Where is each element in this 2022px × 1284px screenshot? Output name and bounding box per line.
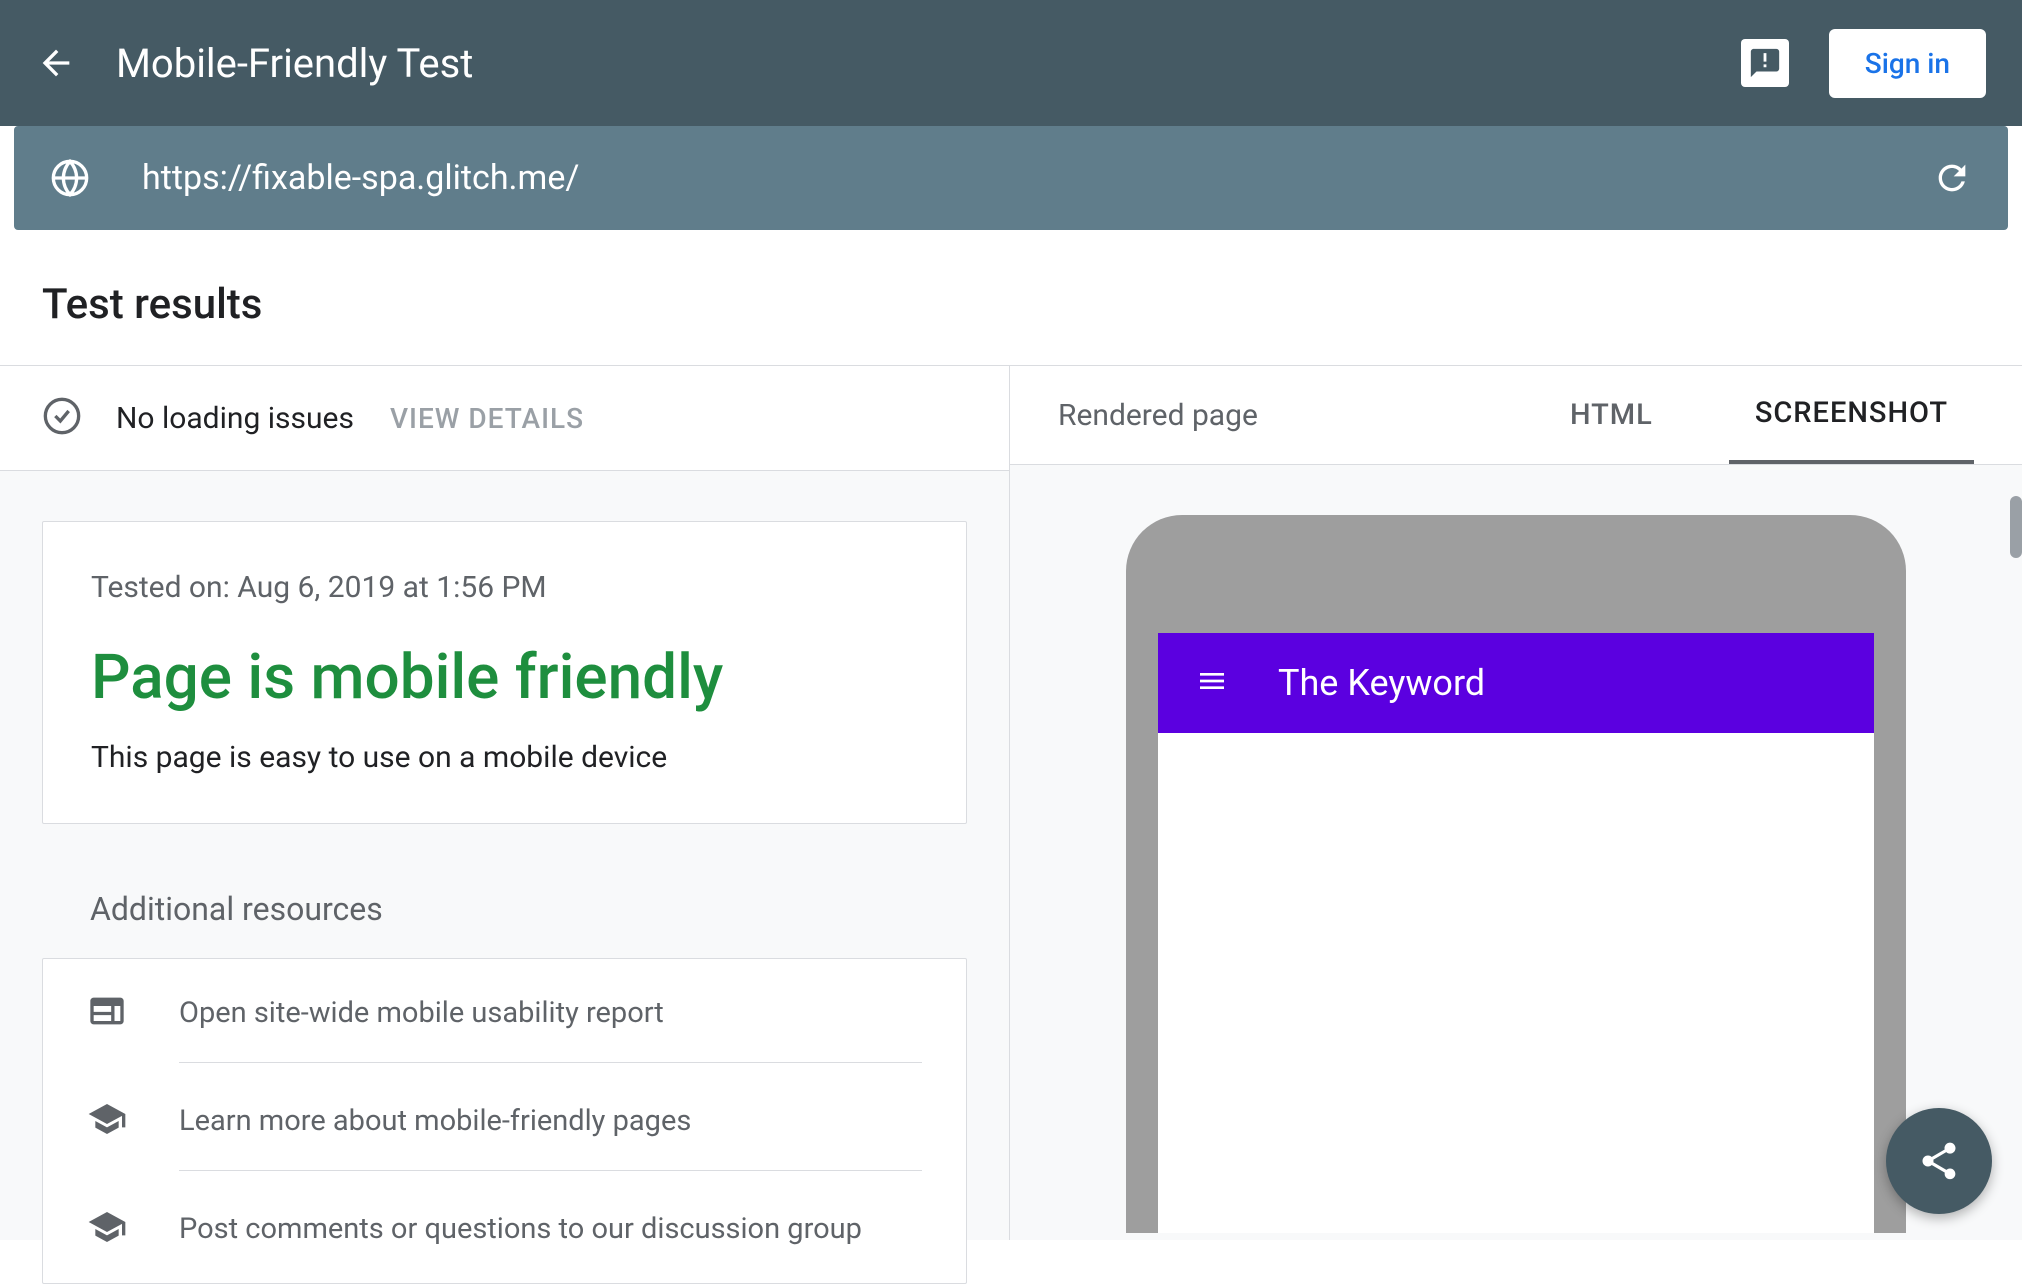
resource-item-learn-more[interactable]: Learn more about mobile-friendly pages bbox=[43, 1067, 966, 1175]
share-fab[interactable] bbox=[1886, 1108, 1992, 1214]
menu-icon bbox=[1196, 665, 1228, 701]
loading-status-row: No loading issues VIEW DETAILS bbox=[0, 366, 1009, 471]
resources-heading: Additional resources bbox=[90, 890, 967, 928]
phone-preview: The Keyword bbox=[1010, 465, 2022, 1233]
verdict-subtext: This page is easy to use on a mobile dev… bbox=[91, 740, 918, 775]
resource-label: Post comments or questions to our discus… bbox=[179, 1212, 922, 1278]
url-bar[interactable]: https://fixable-spa.glitch.me/ bbox=[14, 126, 2008, 230]
results-header: Test results bbox=[0, 244, 2022, 366]
right-panel: Rendered page HTML SCREENSHOT The Keywor… bbox=[1010, 366, 2022, 1240]
announcement-icon bbox=[1748, 46, 1782, 80]
view-details-button[interactable]: VIEW DETAILS bbox=[390, 402, 584, 435]
rendered-page-label: Rendered page bbox=[1058, 398, 1544, 433]
back-arrow-icon[interactable] bbox=[36, 43, 76, 83]
result-card: Tested on: Aug 6, 2019 at 1:56 PM Page i… bbox=[42, 521, 967, 824]
feedback-button[interactable] bbox=[1741, 39, 1789, 87]
tested-on-text: Tested on: Aug 6, 2019 at 1:56 PM bbox=[91, 570, 918, 605]
url-input[interactable]: https://fixable-spa.glitch.me/ bbox=[142, 158, 1932, 198]
left-panel: No loading issues VIEW DETAILS Tested on… bbox=[0, 366, 1010, 1240]
globe-icon bbox=[50, 158, 90, 198]
school-icon bbox=[87, 1207, 127, 1251]
verdict-heading: Page is mobile friendly bbox=[91, 641, 918, 714]
resource-label: Learn more about mobile-friendly pages bbox=[179, 1104, 922, 1171]
check-circle-icon bbox=[42, 396, 82, 440]
preview-app-header: The Keyword bbox=[1158, 633, 1874, 733]
scrollbar-thumb[interactable] bbox=[2010, 496, 2022, 558]
tab-screenshot[interactable]: SCREENSHOT bbox=[1729, 396, 1974, 464]
resource-label: Open site-wide mobile usability report bbox=[179, 996, 922, 1063]
signin-button[interactable]: Sign in bbox=[1829, 29, 1986, 98]
right-header: Rendered page HTML SCREENSHOT bbox=[1010, 366, 2022, 465]
share-icon bbox=[1917, 1139, 1961, 1183]
resources-list: Open site-wide mobile usability report L… bbox=[42, 958, 967, 1284]
results-section-title: Test results bbox=[42, 280, 1980, 329]
resource-item-discussion[interactable]: Post comments or questions to our discus… bbox=[43, 1175, 966, 1283]
app-header: Mobile-Friendly Test Sign in bbox=[0, 0, 2022, 126]
content-area: No loading issues VIEW DETAILS Tested on… bbox=[0, 366, 2022, 1240]
phone-frame: The Keyword bbox=[1126, 515, 1906, 1233]
refresh-icon[interactable] bbox=[1932, 158, 1972, 198]
loading-status-text: No loading issues bbox=[116, 401, 354, 436]
web-icon bbox=[87, 991, 127, 1035]
preview-app-title: The Keyword bbox=[1278, 662, 1485, 704]
resource-item-usability-report[interactable]: Open site-wide mobile usability report bbox=[43, 959, 966, 1067]
app-title: Mobile-Friendly Test bbox=[116, 40, 1741, 87]
tab-html[interactable]: HTML bbox=[1544, 398, 1679, 462]
school-icon bbox=[87, 1099, 127, 1143]
phone-screen: The Keyword bbox=[1158, 633, 1874, 1233]
